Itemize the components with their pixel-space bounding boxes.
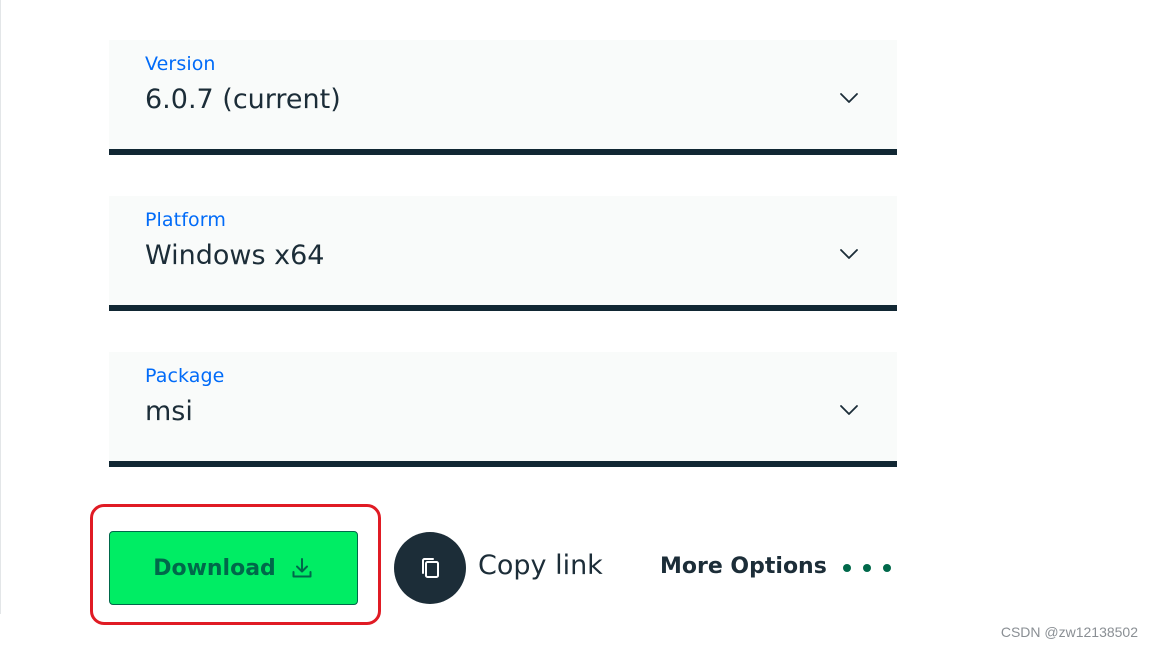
copy-link-button[interactable] <box>394 532 466 604</box>
version-select[interactable]: Version 6.0.7 (current) <box>109 40 897 155</box>
package-select[interactable]: Package msi <box>109 352 897 467</box>
copy-icon <box>422 558 439 578</box>
version-label: Version <box>145 53 216 75</box>
chevron-down-icon <box>840 249 858 259</box>
page-left-border <box>0 0 1 614</box>
dot <box>863 564 871 572</box>
platform-select[interactable]: Platform Windows x64 <box>109 196 897 311</box>
dot <box>883 564 891 572</box>
more-options-label[interactable]: More Options <box>660 554 827 579</box>
package-value: msi <box>145 396 193 427</box>
copy-link-label[interactable]: Copy link <box>478 550 603 581</box>
version-value: 6.0.7 (current) <box>145 84 341 115</box>
package-label: Package <box>145 365 225 387</box>
more-dots-icon[interactable] <box>843 561 891 575</box>
platform-value: Windows x64 <box>145 240 325 271</box>
watermark: CSDN @zw12138502 <box>1000 624 1138 640</box>
platform-label: Platform <box>145 209 226 231</box>
highlight-annotation <box>90 504 381 625</box>
dot <box>843 564 851 572</box>
chevron-down-icon <box>840 405 858 415</box>
chevron-down-icon <box>840 93 858 103</box>
